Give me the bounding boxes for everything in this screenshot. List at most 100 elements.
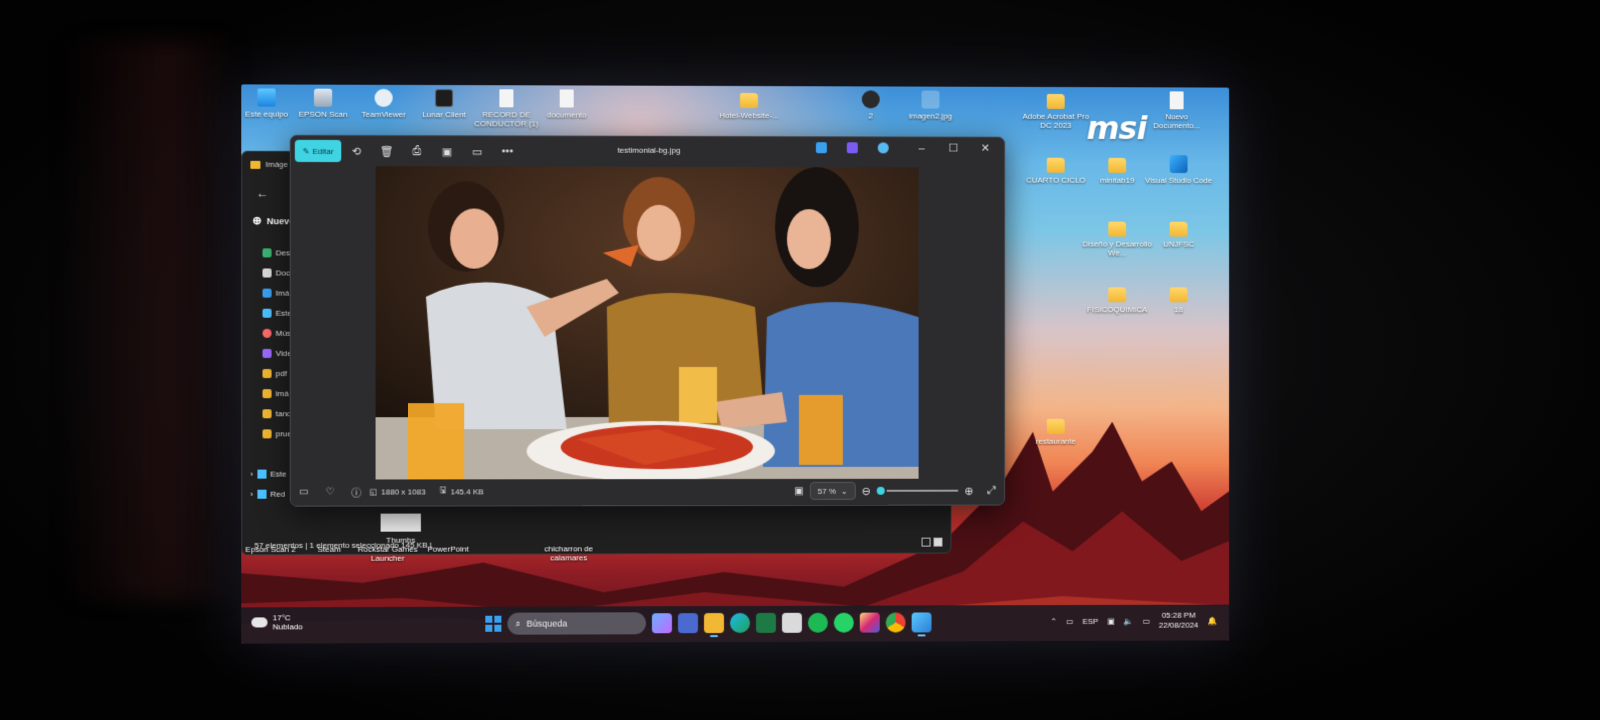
details-view-icon[interactable] (922, 538, 931, 547)
msi-logo: msi (1087, 109, 1147, 147)
explorer-tab-title: Imáge (266, 160, 288, 169)
filmstrip-icon[interactable]: ▭ (291, 486, 317, 497)
desktop-icon-restaurante[interactable]: restaurante (1021, 416, 1090, 446)
desktop-icon-documento[interactable]: documento (532, 89, 602, 119)
tiles-view-icon[interactable] (934, 538, 943, 547)
teams-icon[interactable] (678, 613, 698, 633)
clock[interactable]: 05:28 PM 22/08/2024 (1159, 611, 1199, 631)
onedrive-icon[interactable] (878, 142, 889, 153)
desktop-icon-imagen2[interactable]: imagen2.jpg (896, 91, 966, 121)
excel-icon[interactable] (756, 613, 776, 633)
minimize-icon[interactable]: – (909, 142, 935, 154)
folder-icon (1170, 222, 1188, 237)
desktop-icon-fisicoquimica[interactable]: FISICOQUIMICA (1083, 284, 1152, 314)
favorite-heart-icon[interactable]: ♡ (317, 486, 343, 497)
taskbar-search[interactable]: ⌕ Búsqueda (507, 612, 645, 634)
back-arrow-icon[interactable]: ← (256, 186, 268, 200)
desktop-icon-label: minitab19 (1100, 176, 1134, 185)
app-icon (862, 90, 880, 108)
edge-icon[interactable] (730, 613, 750, 633)
desktop-icon-label: Este equipo (245, 110, 288, 119)
tree-item-label: Red (270, 489, 285, 498)
desktop-icon-label: Rockstar Games Launcher (358, 545, 418, 563)
desktop-icon-lunar-client[interactable]: Lunar Client (409, 89, 479, 119)
desktop-icon-diseno-desarrollo[interactable]: Diseño y Desarrollo We... (1083, 219, 1152, 258)
desktop-icon-label: restaurante (1036, 437, 1076, 446)
tray-app-icon[interactable]: ▭ (1066, 617, 1074, 626)
language-indicator[interactable]: ESP (1082, 616, 1098, 625)
desktop-icon-minitab19[interactable]: minitab19 (1083, 155, 1152, 185)
print-icon[interactable]: ⎙ (402, 140, 432, 162)
more-options-icon[interactable]: ••• (492, 140, 522, 162)
camera-icon[interactable] (782, 613, 802, 633)
desktop-icon-hotel-website[interactable]: Hotel-Website-... (714, 90, 784, 120)
spotify-icon[interactable] (808, 613, 828, 633)
zoom-slider[interactable] (877, 490, 959, 492)
image-file-icon (922, 91, 940, 109)
desktop-icon-vscode[interactable]: Visual Studio Code (1144, 155, 1213, 185)
clipchamp-icon[interactable] (816, 142, 827, 153)
instagram-icon[interactable] (860, 613, 880, 633)
chrome-icon[interactable] (886, 613, 906, 633)
desktop-icon-label: 18 (1174, 305, 1183, 314)
file-explorer-icon[interactable] (704, 613, 724, 633)
copilot-icon[interactable] (652, 613, 672, 633)
designer-icon[interactable] (847, 142, 858, 153)
slideshow-icon[interactable]: ▭ (462, 140, 492, 162)
windows-start-icon[interactable] (485, 616, 501, 632)
delete-icon[interactable]: 🗑 (372, 140, 402, 162)
image-file-size: 🖫 145.4 KB (440, 484, 484, 498)
lunar-client-icon (435, 89, 453, 107)
zoom-in-icon[interactable]: ⊕ (964, 484, 973, 497)
desktop-icon-label: CUARTO CICLO (1026, 176, 1086, 185)
tree-item-this-pc[interactable]: › Este (250, 464, 286, 484)
network-icon[interactable]: ▣ (1107, 616, 1114, 625)
edit-icon: ✎ (303, 146, 310, 155)
maximize-icon[interactable]: ☐ (940, 142, 966, 155)
desktop-icon-label: Visual Studio Code (1145, 176, 1212, 185)
new-button[interactable]: ⊕ Nuevo (252, 214, 294, 227)
whatsapp-icon[interactable] (834, 613, 854, 633)
desktop-icon-label: documento (547, 110, 587, 119)
edit-button[interactable]: ✎ Editar (295, 140, 341, 162)
dimensions-value: 1880 x 1083 (381, 487, 425, 496)
explorer-tab[interactable]: Imáge (250, 160, 288, 169)
tree-item-label: Este (270, 469, 286, 478)
desktop-icon-powerpoint[interactable]: PowerPoint (413, 545, 483, 554)
desktop-icon-chicharron[interactable]: chicharron de calamares (534, 544, 604, 562)
zoom-controls: ▣ 57 % ⌄ ⊖ ⊕ ⤢ (794, 482, 996, 500)
tree-item-network[interactable]: › Red (250, 484, 286, 504)
desktop-icon-adobe-acrobat[interactable]: Adobe Acrobat Pro DC 2023 (1021, 91, 1090, 130)
rotate-icon[interactable]: ⟲ (341, 140, 371, 162)
desktop-icon-18[interactable]: 18 (1144, 284, 1213, 314)
file-size-icon: 🖫 (440, 484, 447, 498)
chevron-up-icon[interactable]: ⌃ (1050, 617, 1057, 626)
zoom-slider-handle[interactable] (874, 485, 886, 497)
photos-viewer-window[interactable]: ✎ Editar ⟲ 🗑 ⎙ ▣ ▭ ••• testimonial-bg.jp… (290, 135, 1005, 507)
file-size-value: 145.4 KB (451, 487, 484, 496)
desktop-icon-cuarto-ciclo[interactable]: CUARTO CICLO (1021, 155, 1090, 185)
close-icon[interactable]: ✕ (972, 142, 998, 155)
battery-icon[interactable]: ▭ (1142, 616, 1149, 625)
fit-screen-icon[interactable]: ▣ (794, 485, 803, 496)
music-icon (262, 328, 271, 337)
weather-widget[interactable]: 17°C Nublado (251, 613, 302, 631)
notification-bell-icon[interactable]: 🔔 (1207, 616, 1217, 625)
viewer-window-controls: – ☐ ✕ (816, 141, 998, 154)
zoom-out-icon[interactable]: ⊖ (862, 484, 871, 497)
pdf-document-icon (499, 89, 513, 107)
fullscreen-icon[interactable]: ⤢ (987, 484, 996, 497)
desktop-icon-nuevo-documento[interactable]: Nuevo Documento... (1142, 91, 1211, 130)
save-icon[interactable]: ▣ (432, 140, 462, 162)
chevron-down-icon: ⌄ (841, 486, 848, 495)
info-icon[interactable]: ⓘ (343, 484, 369, 499)
desktop-icon-unjfsc[interactable]: UNJFSC (1144, 219, 1213, 249)
sidebar-item-label: imá (276, 389, 289, 398)
zoom-level-dropdown[interactable]: 57 % ⌄ (810, 482, 856, 500)
folder-icon (250, 160, 260, 168)
photos-app-icon[interactable] (912, 612, 932, 632)
sidebar-item-label: pdf (276, 369, 287, 378)
download-icon (262, 248, 271, 257)
volume-icon[interactable]: 🔈 (1124, 616, 1134, 625)
vscode-icon (1170, 155, 1188, 173)
